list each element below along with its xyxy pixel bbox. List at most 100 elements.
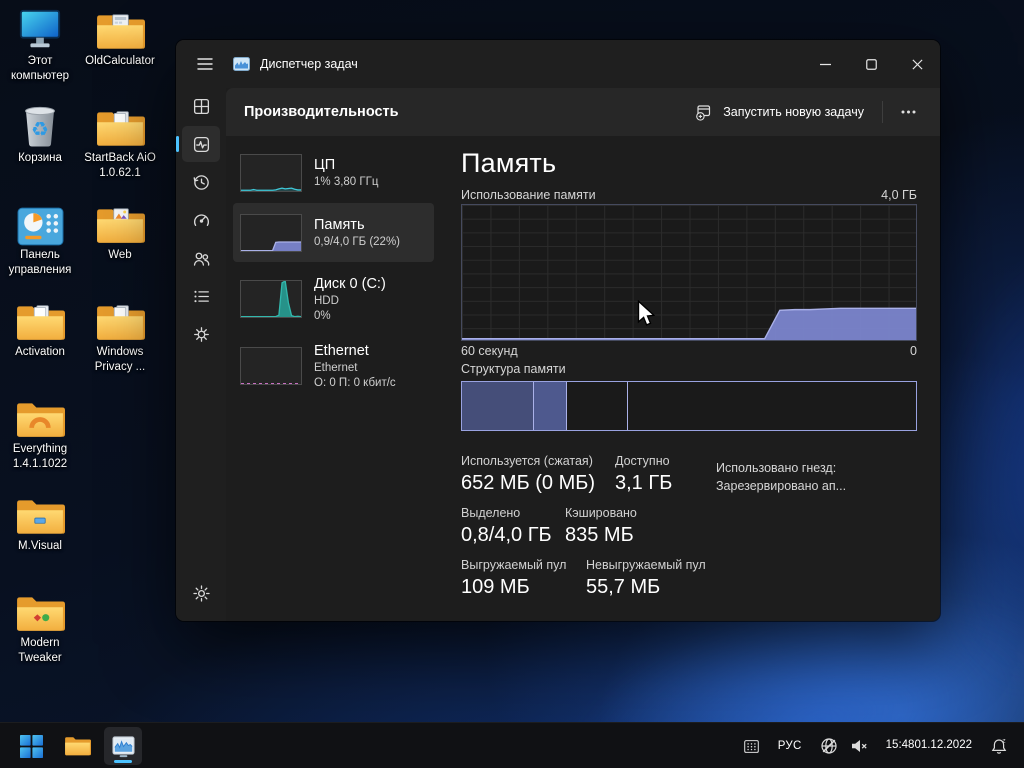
clock-date[interactable]: 15:48 01.12.2022	[880, 735, 978, 757]
desktop-icon-label: OldCalculator	[85, 54, 155, 69]
page-header: Производительность Запустить новую задач…	[226, 88, 940, 136]
recycle-bin-icon: ♻	[19, 101, 61, 149]
close-icon	[912, 59, 921, 68]
desktop-icon-label: Windows Privacy ...	[80, 345, 160, 375]
window-title: Диспетчер задач	[260, 57, 358, 71]
start-button[interactable]	[12, 727, 50, 765]
run-new-task-button[interactable]: Запустить новую задачу	[685, 96, 874, 129]
desktop-icon-label: Корзина	[18, 151, 62, 166]
desktop-icon-everything-1-4-1-1022[interactable]: Everything 1.4.1.1022	[0, 392, 80, 489]
stat-label: Кэшировано	[565, 506, 917, 520]
x-axis-left-label: 60 секунд	[461, 344, 518, 358]
desktop: Этот компьютер ♻ Корзина Панель управления A…	[0, 0, 1024, 768]
desktop-icon--[interactable]: ♻ Корзина	[0, 101, 80, 198]
disk-label: Диск 0 (C:)	[314, 275, 386, 294]
desktop-icon-startback-aio-1-0-62-1[interactable]: StartBack AiO 1.0.62.1	[80, 101, 160, 198]
cpu-label: ЦП	[314, 156, 378, 175]
x-axis-right-label: 0	[910, 344, 917, 358]
language-indicator[interactable]: РУС	[772, 736, 808, 756]
disk-type: HDD	[314, 294, 386, 309]
perf-item-ethernet[interactable]: Ethernet Ethernet О: 0 П: 0 кбит/с	[233, 335, 434, 397]
maximize-button[interactable]	[848, 40, 894, 88]
memory-stats: Используется (сжатая) 652 МБ (0 МБ) Дост…	[461, 454, 917, 610]
settings-button[interactable]	[182, 575, 220, 611]
perf-item-memory[interactable]: Память 0,9/4,0 ГБ (22%)	[233, 203, 434, 262]
desktop-icon-activation[interactable]: Activation	[0, 295, 80, 392]
perf-item-disk[interactable]: Диск 0 (C:) HDD 0%	[233, 267, 434, 331]
minimize-button[interactable]	[802, 40, 848, 88]
folder-icon	[64, 735, 91, 757]
composition-segment-modified	[534, 382, 567, 430]
memory-composition-bar	[461, 381, 917, 431]
task-manager-app-icon	[233, 56, 250, 73]
desktop-icon-label: M.Visual	[18, 539, 62, 554]
computer-icon	[17, 4, 63, 52]
perf-item-cpu[interactable]: ЦП 1% 3,80 ГГц	[233, 147, 434, 199]
volume-muted-icon[interactable]	[844, 733, 874, 759]
hardware-reserved-info: Использовано гнезд: Зарезервировано ап..…	[716, 459, 846, 495]
desktop-icon--[interactable]: Этот компьютер	[0, 4, 80, 101]
windows-logo-icon	[19, 734, 44, 759]
folder-icon	[15, 295, 65, 343]
svg-text:♻: ♻	[31, 117, 49, 141]
maximize-icon	[866, 59, 875, 68]
desktop-icon-label: Modern Tweaker	[0, 636, 80, 666]
svg-text:z: z	[1002, 737, 1005, 744]
desktop-icon-grid: Этот компьютер ♻ Корзина Панель управления A…	[0, 4, 162, 683]
desktop-icon-windows-privacy-[interactable]: Windows Privacy ...	[80, 295, 160, 392]
memory-detail-panel: Память Использование памяти 4,0 ГБ 60 се…	[461, 136, 917, 621]
desktop-icon-label: StartBack AiO 1.0.62.1	[80, 151, 160, 181]
touch-keyboard-tray-icon[interactable]	[737, 734, 766, 759]
tray-time: 15:48	[886, 739, 915, 753]
titlebar[interactable]: Диспетчер задач	[176, 40, 940, 88]
memory-value: 0,9/4,0 ГБ (22%)	[314, 235, 400, 250]
folder-icon	[95, 295, 145, 343]
run-new-task-label: Запустить новую задачу	[723, 105, 864, 119]
nav-services-button[interactable]	[182, 316, 220, 352]
desktop-icon-oldcalculator[interactable]: OldCalculator	[80, 4, 160, 101]
nav-startup-button[interactable]	[182, 202, 220, 238]
more-options-button[interactable]	[891, 102, 926, 122]
stat-value: 109 МБ	[461, 576, 586, 599]
folder-icon	[95, 101, 145, 149]
ethernet-value: О: 0 П: 0 кбит/с	[314, 376, 396, 391]
memory-sparkline	[240, 214, 302, 252]
hamburger-menu-button[interactable]	[188, 47, 222, 81]
hamburger-icon	[197, 57, 213, 71]
desktop-icon--[interactable]: Панель управления	[0, 198, 80, 295]
task-manager-taskbar-button[interactable]	[104, 727, 142, 765]
nav-performance-button[interactable]	[182, 126, 220, 162]
file-explorer-button[interactable]	[58, 727, 96, 765]
close-button[interactable]	[894, 40, 940, 88]
usage-label: Использование памяти	[461, 188, 596, 202]
memory-label: Память	[314, 216, 400, 235]
notification-bell-icon[interactable]: z	[984, 733, 1014, 759]
nav-history-button[interactable]	[182, 164, 220, 200]
ethernet-label: Ethernet	[314, 342, 396, 361]
nav-users-button[interactable]	[182, 240, 220, 276]
new-task-icon	[695, 103, 714, 122]
stat-value: 55,7 МБ	[586, 576, 917, 599]
disk-sparkline	[240, 280, 302, 318]
performance-list: ЦП 1% 3,80 ГГц Память 0,9/4,0 ГБ (22%) Д…	[233, 147, 434, 397]
desktop-icon-label: Этот компьютер	[0, 54, 80, 84]
composition-label: Структура памяти	[461, 362, 566, 376]
cpu-sparkline	[240, 154, 302, 192]
active-app-indicator	[114, 760, 132, 763]
desktop-icon-modern-tweaker[interactable]: Modern Tweaker	[0, 586, 80, 683]
network-disconnected-icon[interactable]	[814, 733, 844, 759]
task-manager-window: Диспетчер задач Производительность Запус…	[176, 40, 940, 621]
stat-value: 0,8/4,0 ГБ	[461, 524, 565, 547]
taskbar: РУС 15:48 01.12.2022 z	[0, 722, 1024, 768]
task-manager-icon	[111, 734, 136, 759]
desktop-icon-m-visual[interactable]: M.Visual	[0, 489, 80, 586]
nav-rail	[176, 88, 226, 621]
control-panel-icon	[17, 198, 64, 246]
nav-details-button[interactable]	[182, 278, 220, 314]
desktop-icon-label: Activation	[15, 345, 65, 360]
desktop-icon-web[interactable]: Web	[80, 198, 160, 295]
nav-processes-button[interactable]	[182, 88, 220, 124]
folder-icon	[95, 4, 145, 52]
tray-date: 01.12.2022	[914, 739, 972, 753]
composition-segment-standby	[567, 382, 628, 430]
